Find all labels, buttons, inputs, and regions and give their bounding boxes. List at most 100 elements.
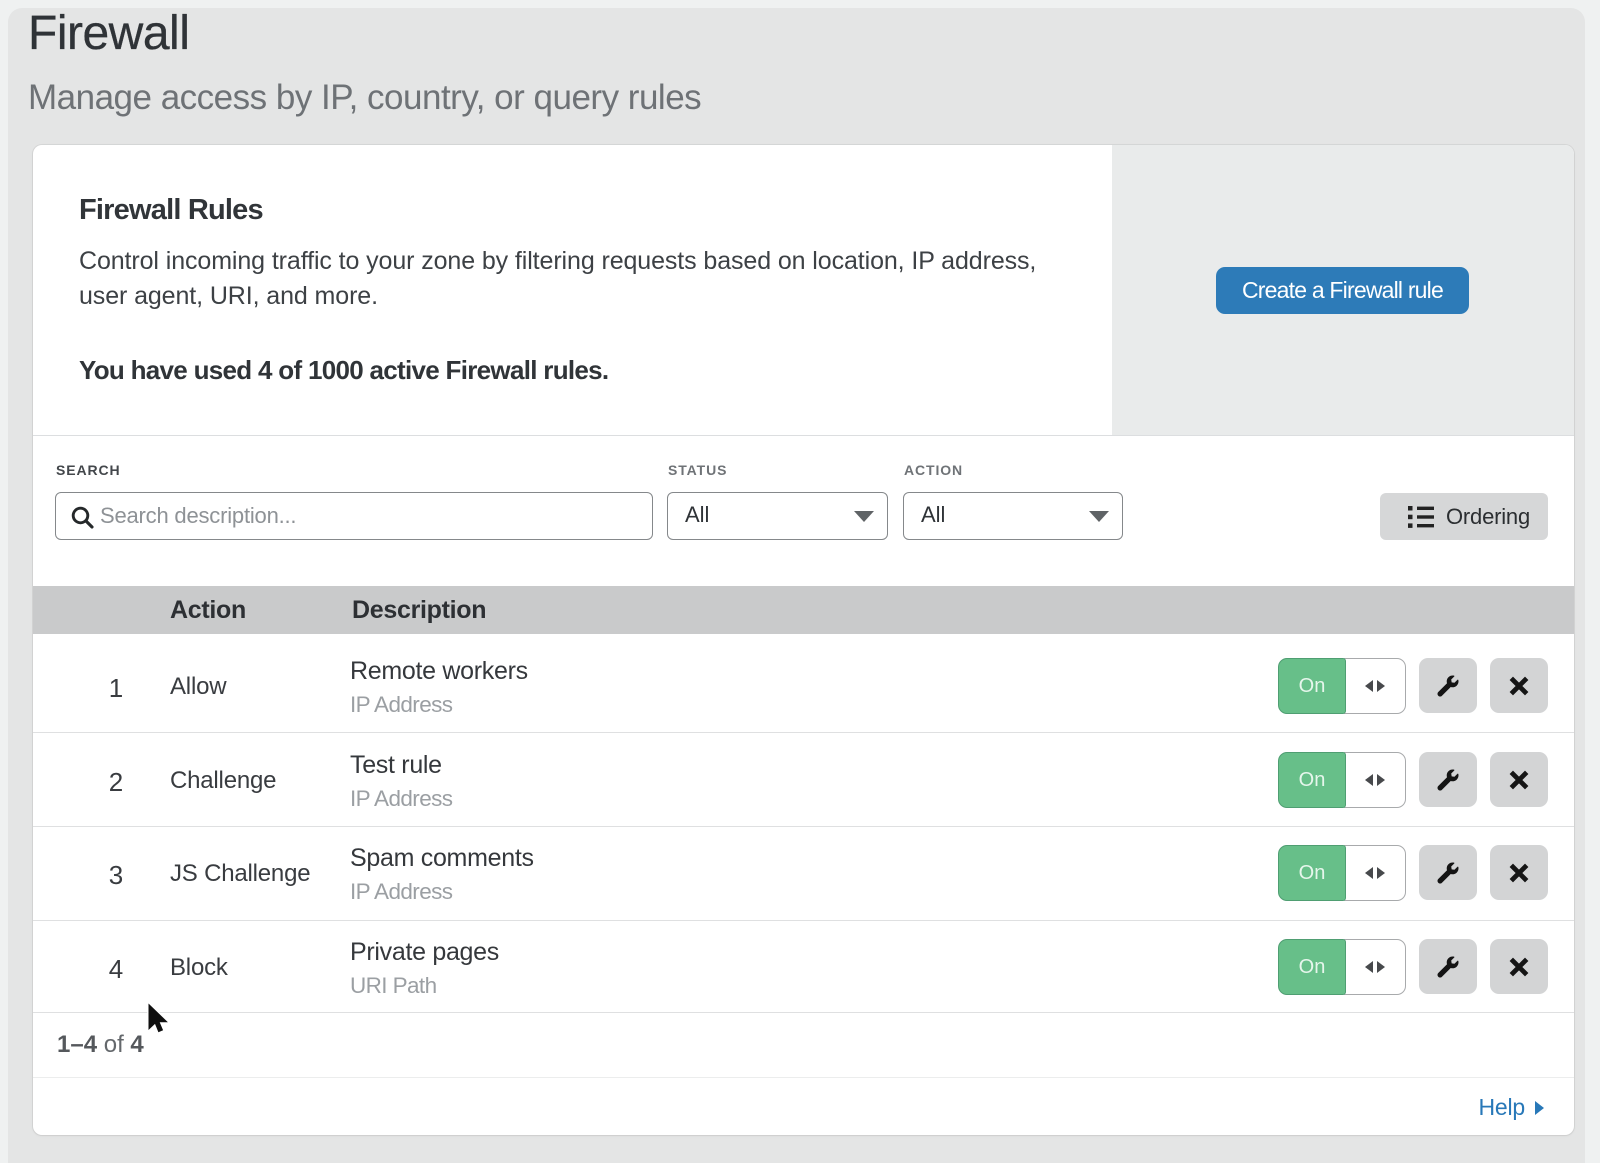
section-heading: Firewall Rules <box>79 194 263 227</box>
mouse-cursor <box>147 1002 170 1035</box>
pagination-text: 1–4 of 4 <box>57 1031 144 1059</box>
rule-priority: 2 <box>109 767 123 798</box>
x-icon <box>1509 862 1530 883</box>
grip-right-arrow-icon <box>1377 867 1385 879</box>
action-label: ACTION <box>904 462 963 478</box>
toggle-on-label: On <box>1278 752 1346 808</box>
rule-action: Block <box>170 954 228 982</box>
card-footer: Help <box>33 1078 1574 1135</box>
page-subtitle: Manage access by IP, country, or query r… <box>28 78 701 118</box>
ordering-button[interactable]: Ordering <box>1380 493 1548 540</box>
description-line-2: user agent, URI, and more. <box>79 282 378 310</box>
rule-enabled-toggle[interactable]: On <box>1278 939 1406 995</box>
toggle-on-label: On <box>1278 939 1346 995</box>
grip-right-arrow-icon <box>1377 774 1385 786</box>
status-label: STATUS <box>668 462 727 478</box>
page-title: Firewall <box>28 6 189 61</box>
description-line-1: Control incoming traffic to your zone by… <box>79 247 1036 275</box>
grip-right-arrow-icon <box>1377 680 1385 692</box>
grip-right-arrow-icon <box>1377 961 1385 973</box>
edit-rule-button[interactable] <box>1419 752 1477 807</box>
rule-description: Spam comments <box>350 844 534 873</box>
toggle-grip[interactable] <box>1344 752 1406 808</box>
rule-enabled-toggle[interactable]: On <box>1278 752 1406 808</box>
table-header: Action Description <box>33 586 1574 634</box>
delete-rule-button[interactable] <box>1490 658 1548 713</box>
x-icon <box>1509 956 1530 977</box>
help-label: Help <box>1478 1094 1525 1120</box>
filters-bar: SEARCH STATUS All ACTION All Ordering <box>33 435 1574 586</box>
help-arrow-icon <box>1535 1101 1544 1115</box>
rule-controls: On <box>1278 752 1548 808</box>
pagination-total: 4 <box>130 1031 143 1058</box>
grip-left-arrow-icon <box>1365 774 1373 786</box>
rules-table-body: 1AllowRemote workersIP AddressOn2Challen… <box>33 634 1574 1013</box>
search-label: SEARCH <box>56 462 121 478</box>
toggle-grip[interactable] <box>1344 658 1406 714</box>
rule-field: IP Address <box>350 692 452 718</box>
rule-controls: On <box>1278 939 1548 995</box>
toggle-grip[interactable] <box>1344 939 1406 995</box>
toggle-on-label: On <box>1278 845 1346 901</box>
toggle-on-label: On <box>1278 658 1346 714</box>
rule-priority: 4 <box>109 954 123 985</box>
search-input[interactable] <box>100 493 640 538</box>
action-select-value: All <box>921 502 945 528</box>
rule-row: 4 Block Private pages URI Path On <box>33 921 1574 1013</box>
rule-row: 1 Allow Remote workers IP Address On <box>33 634 1574 733</box>
status-select-value: All <box>685 502 709 528</box>
pagination-of: of <box>97 1031 130 1058</box>
edit-rule-button[interactable] <box>1419 845 1477 900</box>
rule-description: Private pages <box>350 938 499 967</box>
hero-side-panel: Create a Firewall rule <box>1112 145 1574 435</box>
x-icon <box>1509 675 1530 696</box>
column-header-action: Action <box>170 596 246 625</box>
wrench-icon <box>1438 862 1459 883</box>
wrench-icon <box>1438 675 1459 696</box>
search-icon <box>71 506 97 532</box>
rule-description: Remote workers <box>350 657 528 686</box>
grip-left-arrow-icon <box>1365 867 1373 879</box>
rule-controls: On <box>1278 845 1548 901</box>
rule-enabled-toggle[interactable]: On <box>1278 658 1406 714</box>
toggle-grip[interactable] <box>1344 845 1406 901</box>
status-caret-icon <box>854 511 874 522</box>
rule-action: JS Challenge <box>170 860 310 888</box>
rule-description: Test rule <box>350 751 442 780</box>
edit-rule-button[interactable] <box>1419 658 1477 713</box>
ordering-label: Ordering <box>1446 504 1530 530</box>
grip-left-arrow-icon <box>1365 961 1373 973</box>
x-icon <box>1509 769 1530 790</box>
pagination-range: 1–4 <box>57 1031 97 1058</box>
ordering-list-icon <box>1408 505 1435 529</box>
edit-rule-button[interactable] <box>1419 939 1477 994</box>
rule-row: 3 JS Challenge Spam comments IP Address On <box>33 827 1574 921</box>
section-description: Control incoming traffic to your zone by… <box>79 244 1036 314</box>
action-select[interactable]: All <box>903 492 1123 540</box>
delete-rule-button[interactable] <box>1490 939 1548 994</box>
search-field[interactable] <box>55 492 653 540</box>
delete-rule-button[interactable] <box>1490 752 1548 807</box>
grip-left-arrow-icon <box>1365 680 1373 692</box>
rule-row: 2ChallengeTest ruleIP AddressOn <box>33 733 1574 827</box>
rule-field: URI Path <box>350 973 437 999</box>
hero-section: Create a Firewall rule Firewall Rules Co… <box>33 145 1574 435</box>
create-firewall-rule-button[interactable]: Create a Firewall rule <box>1216 267 1469 314</box>
firewall-rules-card: Create a Firewall rule Firewall Rules Co… <box>33 145 1574 1135</box>
column-header-description: Description <box>352 596 486 625</box>
pagination-bar: 1–4 of 4 <box>33 1013 1574 1078</box>
rule-enabled-toggle[interactable]: On <box>1278 845 1406 901</box>
rule-priority: 1 <box>109 673 123 704</box>
help-link[interactable]: Help <box>1478 1094 1544 1121</box>
rule-priority: 3 <box>109 860 123 891</box>
rule-controls: On <box>1278 658 1548 714</box>
delete-rule-button[interactable] <box>1490 845 1548 900</box>
rule-field: IP Address <box>350 879 452 905</box>
rule-field: IP Address <box>350 786 452 812</box>
wrench-icon <box>1438 956 1459 977</box>
action-caret-icon <box>1089 511 1109 522</box>
rule-action: Allow <box>170 673 226 701</box>
wrench-icon <box>1438 769 1459 790</box>
usage-summary: You have used 4 of 1000 active Firewall … <box>79 355 608 386</box>
status-select[interactable]: All <box>667 492 888 540</box>
